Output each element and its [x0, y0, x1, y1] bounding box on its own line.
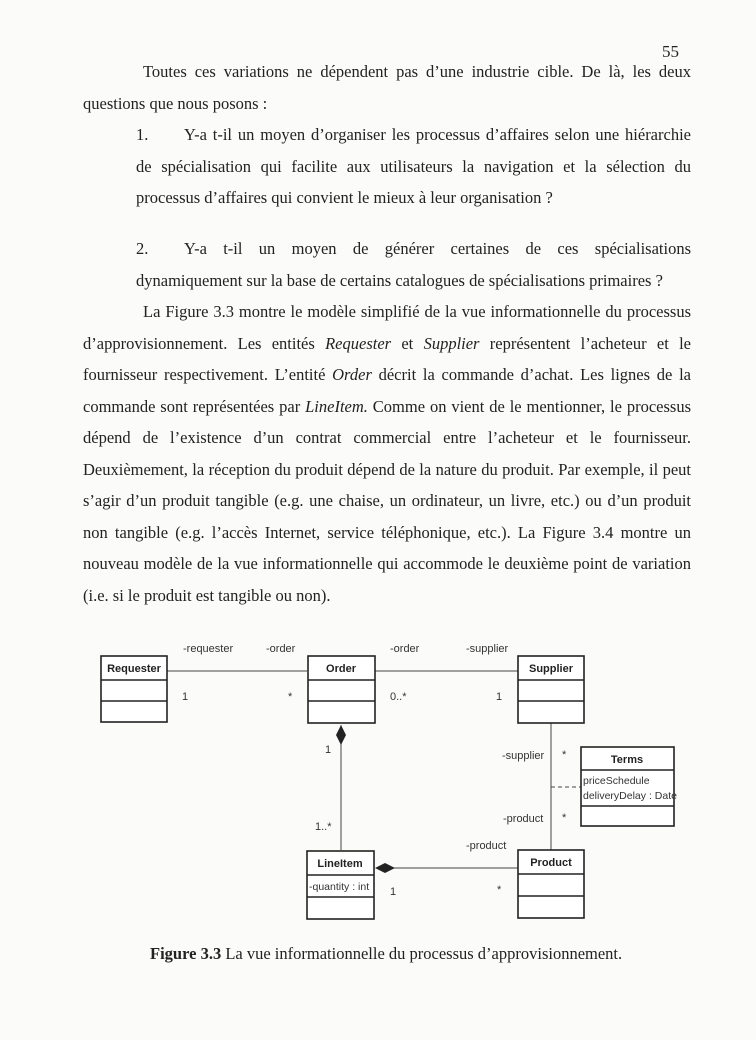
figure-caption: Figure 3.3 La vue informationnelle du pr… — [150, 944, 622, 964]
class-attribute: priceSchedule — [583, 775, 650, 787]
role-label: -supplier — [466, 643, 509, 655]
multiplicity-label: 1 — [325, 744, 331, 756]
caption-text: La vue informationnelle du processus d’a… — [221, 944, 623, 963]
multiplicity-label: * — [562, 749, 567, 761]
class-name: Product — [530, 857, 572, 869]
role-label: -product — [503, 813, 543, 825]
composition-diamond-icon — [336, 725, 346, 745]
class-name: Requester — [107, 663, 162, 675]
multiplicity-label: 1 — [390, 886, 396, 898]
class-name: LineItem — [317, 858, 362, 870]
composition-diamond-icon — [375, 863, 395, 873]
multiplicity-label: 0..* — [390, 691, 407, 703]
class-name: Order — [326, 663, 357, 675]
multiplicity-label: * — [497, 884, 502, 896]
figure-label: Figure 3.3 — [150, 944, 222, 963]
class-name: Terms — [611, 754, 643, 766]
uml-class-diagram: Requester Order Supplier Terms LineItem … — [100, 643, 677, 920]
multiplicity-label: * — [288, 691, 293, 703]
role-label: -order — [390, 643, 420, 655]
multiplicity-label: * — [562, 812, 567, 824]
role-label: -product — [466, 840, 506, 852]
role-label: -order — [266, 643, 296, 655]
class-attribute: deliveryDelay : Date — [583, 790, 677, 802]
role-label: -supplier — [502, 750, 545, 762]
role-label: -requester — [183, 643, 233, 655]
multiplicity-label: 1 — [182, 691, 188, 703]
class-attribute: -quantity : int — [309, 881, 369, 893]
multiplicity-label: 1 — [496, 691, 502, 703]
multiplicity-label: 1..* — [315, 821, 332, 833]
class-name: Supplier — [529, 663, 574, 675]
